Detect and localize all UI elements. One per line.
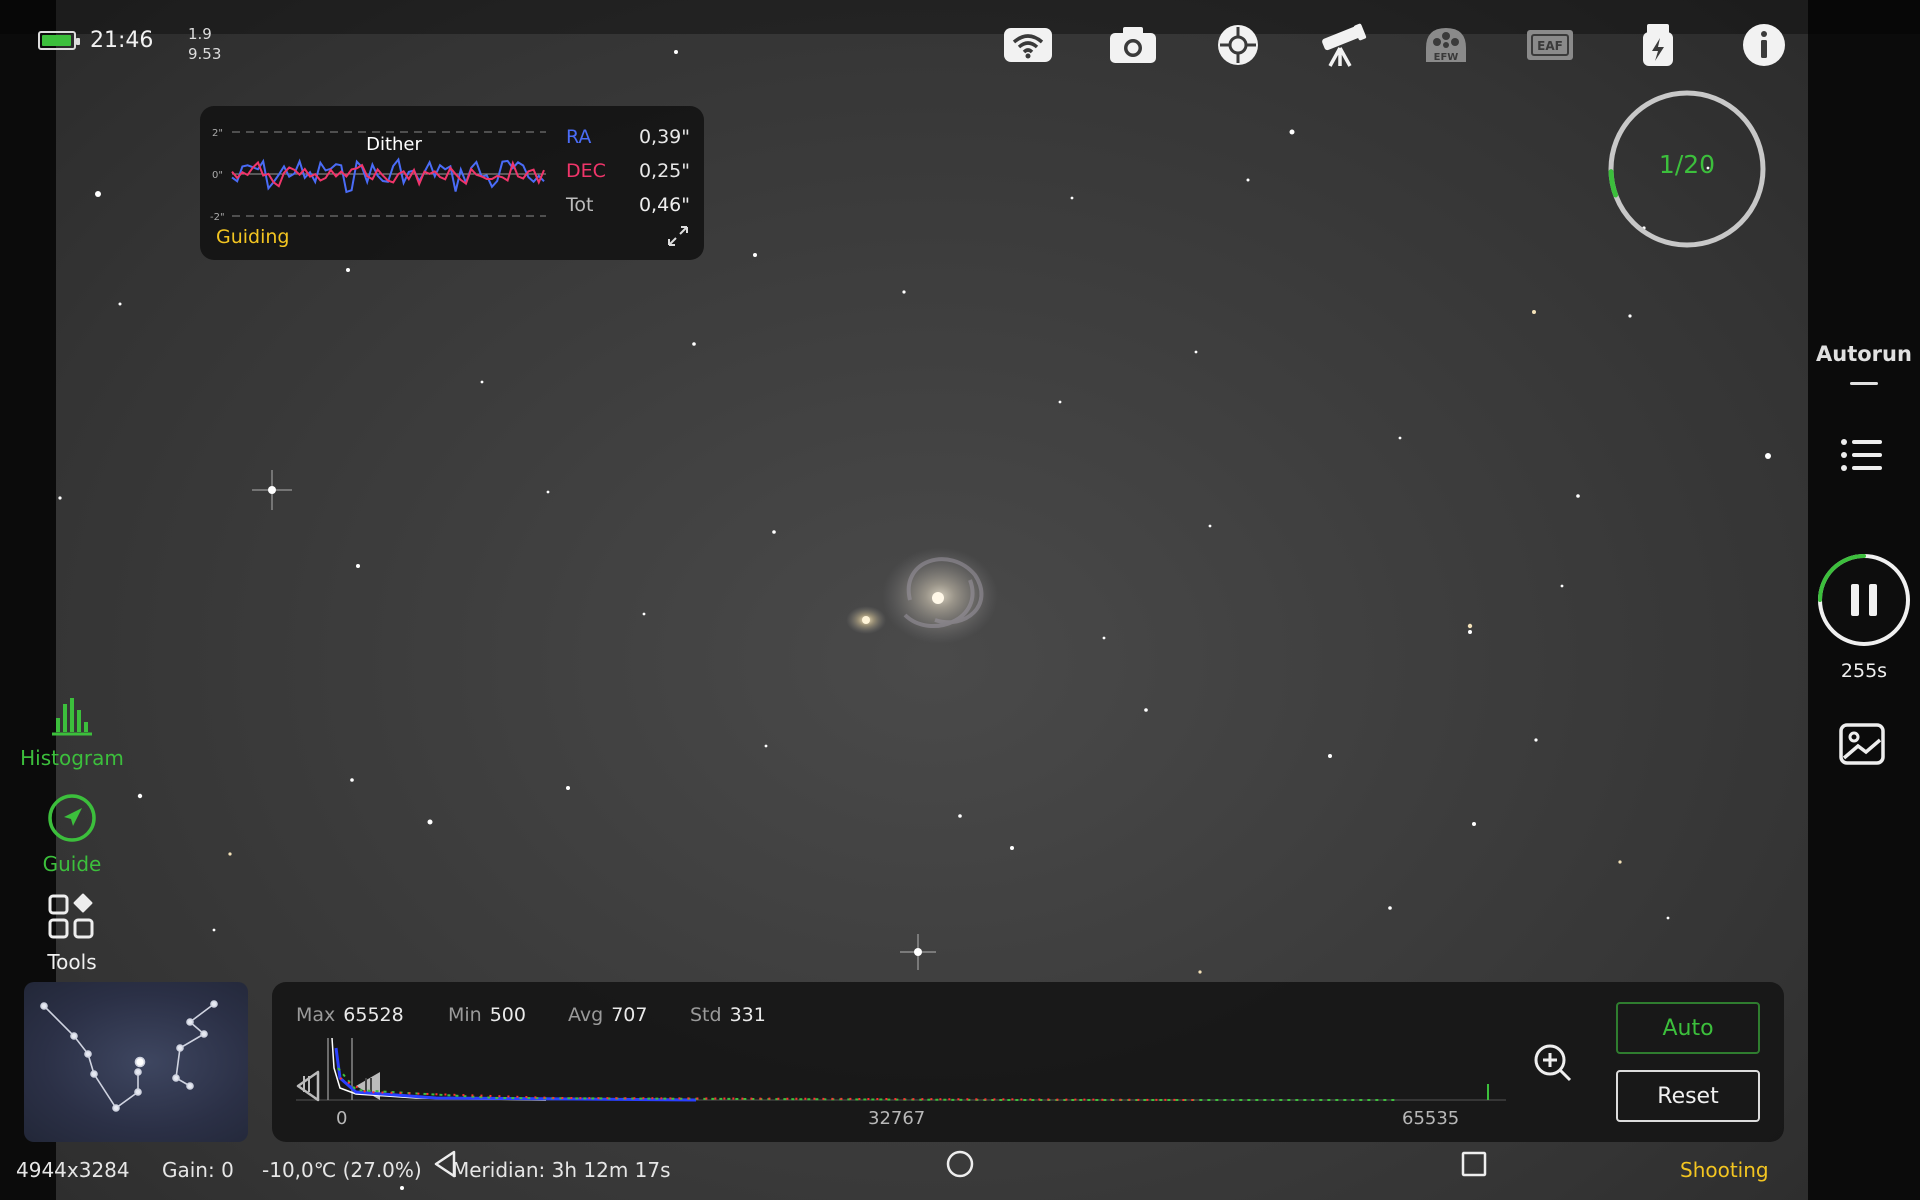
resolution-readout: 4944x3284 bbox=[16, 1158, 130, 1182]
temperature-readout: -10,0℃ (27.0%) bbox=[262, 1158, 422, 1182]
gallery-icon[interactable] bbox=[1836, 718, 1888, 770]
app-root: 21:46 1.9 9.53 EFW EAF 2" 0" -2" Dither … bbox=[0, 0, 1920, 1200]
nav-back-icon[interactable] bbox=[430, 1148, 462, 1180]
y-tick-top: 2" bbox=[212, 128, 223, 139]
battery-fill bbox=[42, 35, 71, 46]
pause-button[interactable] bbox=[1816, 552, 1912, 648]
stat-avg: Avg 707 bbox=[568, 1004, 648, 1026]
hist-tick-0: 0 bbox=[336, 1108, 348, 1129]
guide-label: Guide bbox=[42, 852, 102, 876]
auto-stretch-button[interactable]: Auto bbox=[1616, 1002, 1760, 1054]
guiding-graph: 2" 0" -2" Dither bbox=[210, 128, 546, 223]
info-icon[interactable] bbox=[1736, 20, 1792, 70]
histogram-panel: Max 65528 Min 500 Avg 707 Std 331 0 32767 65… bbox=[272, 982, 1784, 1142]
load-line-1: 1.9 bbox=[188, 25, 212, 43]
y-tick-mid: 0" bbox=[212, 170, 223, 181]
wifi-icon[interactable] bbox=[1000, 20, 1056, 70]
power-dongle-icon[interactable] bbox=[1630, 20, 1686, 70]
status-bar: 21:46 bbox=[38, 28, 153, 53]
eaf-label: EAF bbox=[1537, 39, 1563, 53]
pause-icon bbox=[1851, 584, 1859, 616]
efw-filter-wheel-icon[interactable]: EFW bbox=[1418, 20, 1474, 70]
tot-value: 0,46" bbox=[638, 194, 690, 216]
sequence-progress-text: 1/20 bbox=[1658, 150, 1716, 179]
y-tick-bottom: -2" bbox=[210, 212, 225, 223]
guide-scope-icon[interactable] bbox=[1210, 20, 1266, 70]
meridian-readout: Meridian: 3h 12m 17s bbox=[452, 1158, 671, 1182]
autorun-label[interactable]: Autorun bbox=[1816, 342, 1912, 366]
histogram-graph[interactable] bbox=[296, 1028, 1506, 1112]
nav-recents-icon[interactable] bbox=[1458, 1148, 1490, 1180]
exposure-remaining: 255s bbox=[1840, 660, 1888, 682]
guide-compass-icon bbox=[48, 794, 96, 842]
hist-tick-max: 65535 bbox=[1402, 1108, 1460, 1129]
dec-label: DEC bbox=[566, 160, 606, 182]
telescope-mount-icon[interactable] bbox=[1314, 20, 1370, 70]
battery-icon bbox=[38, 31, 80, 50]
load-line-2: 9.53 bbox=[188, 45, 222, 63]
eaf-focuser-icon[interactable]: EAF bbox=[1522, 20, 1578, 70]
hist-tick-mid: 32767 bbox=[868, 1108, 926, 1129]
ra-label: RA bbox=[566, 126, 592, 148]
tot-row: Tot 0,46" bbox=[566, 194, 690, 216]
dec-row: DEC 0,25" bbox=[566, 160, 690, 182]
histogram-label: Histogram bbox=[20, 746, 124, 770]
tools-label: Tools bbox=[47, 950, 97, 974]
ra-value: 0,39" bbox=[638, 126, 690, 148]
shooting-status: Shooting bbox=[1680, 1158, 1769, 1182]
dec-value: 0,25" bbox=[638, 160, 690, 182]
dither-annotation: Dither bbox=[366, 134, 422, 155]
system-load: 1.9 9.53 bbox=[188, 24, 221, 64]
expand-icon[interactable] bbox=[666, 224, 690, 248]
stat-std: Std 331 bbox=[690, 1004, 766, 1026]
stat-min: Min 500 bbox=[448, 1004, 526, 1026]
histogram-icon bbox=[52, 698, 92, 736]
tot-label: Tot bbox=[566, 194, 594, 216]
zoom-in-icon[interactable] bbox=[1532, 1042, 1574, 1084]
tools-toggle[interactable]: Tools bbox=[14, 892, 130, 974]
reset-stretch-button[interactable]: Reset bbox=[1616, 1070, 1760, 1122]
ra-row: RA 0,39" bbox=[566, 126, 690, 148]
stat-max: Max 65528 bbox=[296, 1004, 404, 1026]
sky-minimap[interactable] bbox=[24, 982, 248, 1142]
histogram-toggle[interactable]: Histogram bbox=[14, 694, 130, 770]
clock: 21:46 bbox=[90, 28, 154, 53]
nav-home-icon[interactable] bbox=[944, 1148, 976, 1180]
autorun-indicator bbox=[1850, 382, 1878, 385]
efw-label: EFW bbox=[1434, 52, 1459, 63]
guiding-panel[interactable]: 2" 0" -2" Dither RA 0,39" DEC 0,25" Tot … bbox=[200, 106, 704, 260]
list-icon[interactable] bbox=[1836, 430, 1888, 482]
camera-icon[interactable] bbox=[1105, 20, 1161, 70]
tools-grid-icon bbox=[48, 893, 94, 939]
gain-readout: Gain: 0 bbox=[162, 1158, 234, 1182]
guiding-title: Guiding bbox=[216, 226, 290, 248]
guide-toggle[interactable]: Guide bbox=[14, 792, 130, 876]
